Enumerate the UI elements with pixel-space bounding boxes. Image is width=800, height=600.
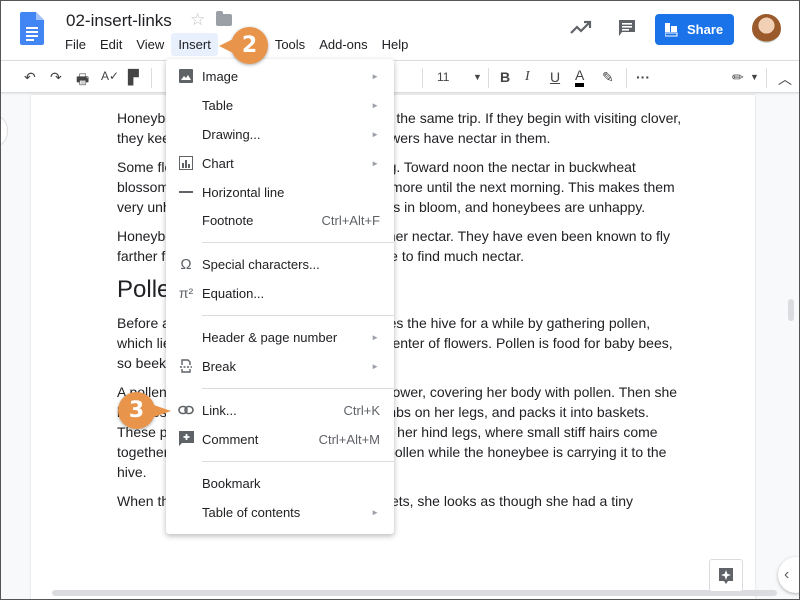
vertical-scrollbar[interactable] — [788, 299, 794, 321]
editing-mode-dropdown-icon[interactable]: ▼ — [750, 72, 759, 82]
menu-item-drawing[interactable]: Drawing... ► — [166, 121, 394, 147]
menu-item-table[interactable]: Table ► — [166, 92, 394, 118]
toolbar-divider — [422, 68, 423, 88]
shortcut: Ctrl+Alt+M — [318, 431, 380, 447]
menu-item-chart[interactable]: Chart ► — [166, 150, 394, 176]
add-comment-icon — [178, 431, 194, 447]
editing-mode-icon[interactable]: ✏ — [732, 69, 744, 86]
share-people-icon — [665, 22, 678, 36]
menu-item-comment[interactable]: Comment Ctrl+Alt+M — [166, 426, 394, 452]
submenu-arrow-icon: ► — [371, 129, 379, 139]
image-icon — [178, 68, 194, 84]
bold-icon[interactable]: B — [500, 69, 510, 85]
menu-item-bookmark[interactable]: Bookmark — [166, 470, 394, 496]
docs-logo-icon[interactable] — [20, 12, 44, 45]
explore-button[interactable] — [709, 559, 743, 592]
folder-icon[interactable] — [216, 11, 232, 26]
insert-menu: Image ► Table ► Drawing... ► Chart ► Horizon… — [166, 59, 394, 534]
side-panel-toggle[interactable]: ‹ — [778, 557, 800, 593]
explore-icon — [719, 567, 733, 584]
text-color-icon[interactable]: A — [575, 68, 585, 87]
activity-trend-icon[interactable] — [570, 20, 592, 36]
omega-icon: Ω — [180, 255, 192, 273]
menu-item-link[interactable]: Link... Ctrl+K — [166, 397, 394, 423]
star-icon[interactable]: ☆ — [190, 10, 205, 30]
horizontal-line-icon — [178, 184, 194, 200]
submenu-arrow-icon: ► — [371, 100, 379, 110]
share-button[interactable]: Share — [655, 14, 734, 45]
menu-addons[interactable]: Add-ons — [312, 33, 374, 56]
user-avatar[interactable] — [752, 14, 781, 43]
menu-insert[interactable]: Insert — [171, 33, 218, 56]
menu-divider — [202, 315, 394, 316]
menu-tools[interactable]: Tools — [268, 33, 312, 56]
more-icon[interactable]: ··· — [636, 69, 650, 85]
comment-history-icon[interactable] — [618, 19, 636, 37]
menu-file[interactable]: File — [58, 33, 93, 56]
toolbar-divider — [151, 68, 152, 88]
submenu-arrow-icon: ► — [371, 361, 379, 371]
callout-pointer — [151, 404, 171, 418]
link-icon — [178, 402, 194, 418]
menu-item-image[interactable]: Image ► — [166, 63, 394, 89]
toolbar-divider — [488, 68, 489, 88]
page-break-icon — [178, 358, 194, 374]
share-label: Share — [687, 22, 724, 37]
menu-item-header-page-number[interactable]: Header & page number ► — [166, 324, 394, 350]
callout-pointer — [219, 39, 233, 53]
top-bar: 02-insert-links ☆ File Edit View Insert … — [0, 0, 800, 60]
shortcut: Ctrl+Alt+F — [321, 212, 380, 228]
submenu-arrow-icon: ► — [371, 71, 379, 81]
chevron-left-icon: ‹ — [784, 566, 790, 583]
underline-icon[interactable]: U — [550, 69, 560, 85]
menu-divider — [202, 461, 394, 462]
menu-item-footnote[interactable]: Footnote Ctrl+Alt+F — [166, 207, 394, 233]
italic-icon[interactable]: I — [525, 69, 530, 85]
step-callout-3: 3 — [118, 392, 171, 429]
menu-divider — [202, 388, 394, 389]
collapse-menus-icon[interactable]: ︿ — [778, 69, 792, 89]
spellcheck-icon[interactable]: A✓ — [101, 69, 119, 83]
toolbar-divider — [766, 68, 767, 88]
submenu-arrow-icon: ► — [371, 507, 379, 517]
paint-format-icon[interactable]: ▛ — [128, 69, 139, 86]
step-callout-2: 2 — [219, 27, 268, 64]
menu-item-table-of-contents[interactable]: Table of contents ► — [166, 499, 394, 525]
horizontal-scrollbar[interactable] — [52, 590, 777, 596]
submenu-arrow-icon: ► — [371, 158, 379, 168]
menu-item-horizontal-line[interactable]: Horizontal line — [166, 179, 394, 205]
toolbar-divider — [626, 68, 627, 88]
print-icon[interactable]: 🖶 — [76, 69, 89, 93]
toolbar: ↶ ↷ 🖶 A✓ ▛ 11 ▼ B I U A ✎ ··· ✏ ▼ ︿ — [0, 60, 800, 93]
menu-divider — [202, 242, 394, 243]
submenu-arrow-icon: ► — [371, 332, 379, 342]
chart-icon — [178, 155, 194, 171]
menu-item-break[interactable]: Break ► — [166, 353, 394, 379]
menu-view[interactable]: View — [129, 33, 171, 56]
document-title[interactable]: 02-insert-links — [66, 11, 172, 31]
undo-icon[interactable]: ↶ — [24, 69, 36, 86]
highlight-color-icon[interactable]: ✎ — [602, 69, 614, 86]
font-size-value[interactable]: 11 — [437, 70, 449, 84]
pi-icon: π² — [178, 285, 194, 301]
outline-toggle[interactable] — [0, 116, 8, 146]
menu-item-equation[interactable]: π² Equation... — [166, 280, 394, 306]
menu-item-special-characters[interactable]: Ω Special characters... — [166, 251, 394, 277]
menu-help[interactable]: Help — [375, 33, 416, 56]
menu-edit[interactable]: Edit — [93, 33, 129, 56]
shortcut: Ctrl+K — [343, 402, 380, 418]
redo-icon[interactable]: ↷ — [50, 69, 62, 86]
font-size-dropdown-icon[interactable]: ▼ — [473, 72, 482, 82]
